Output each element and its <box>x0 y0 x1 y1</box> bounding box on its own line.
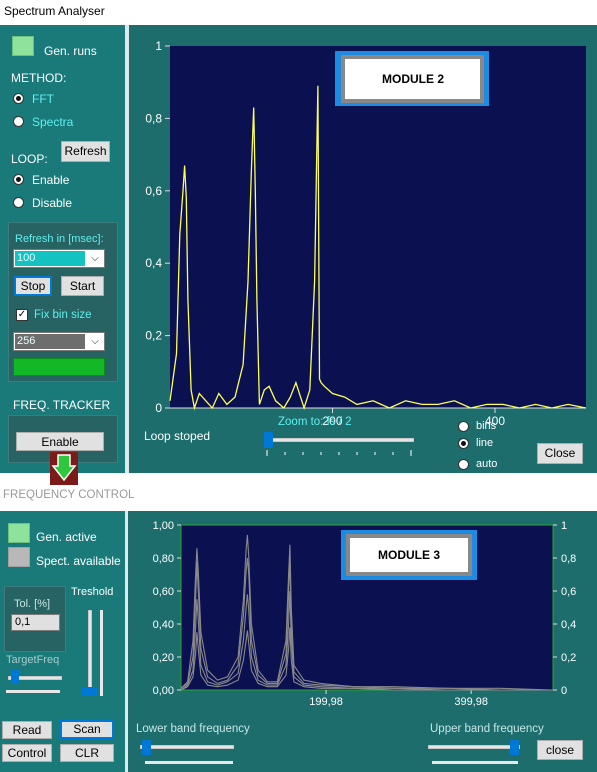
y-tick-label: 1,00 <box>153 520 174 532</box>
threshold-slider-track[interactable] <box>88 610 92 694</box>
lower-band-scale <box>145 761 233 764</box>
gen-active-indicator <box>8 523 30 543</box>
module-label: MODULE 2 <box>382 72 444 86</box>
y2-tick-label: 1 <box>561 520 567 532</box>
stop-button[interactable]: Stop <box>14 276 52 296</box>
tolerance-input[interactable]: 0,1 <box>11 614 60 631</box>
y-tick-label: 0,6 <box>145 184 162 198</box>
y-tick-label: 0,20 <box>153 652 174 664</box>
y-tick-label: 0,60 <box>153 586 174 598</box>
tol-label: Tol. [%] <box>14 598 51 610</box>
fix-bin-checkbox[interactable]: ✓ <box>16 309 28 321</box>
arrow-down-icon <box>50 452 78 485</box>
threshold-scale <box>100 610 103 696</box>
method-label: METHOD: <box>11 71 67 85</box>
x-axis-ticks: 199,98 399,98 <box>309 690 488 708</box>
y2-tick-label: 0,8 <box>561 553 576 565</box>
view-line-radio[interactable] <box>458 438 469 449</box>
refresh-interval-combo[interactable]: 100 ⌵ <box>13 249 105 268</box>
loop-enable-label: Enable <box>32 173 70 187</box>
top-close-button[interactable]: Close <box>537 443 583 464</box>
chevron-down-icon: ⌵ <box>91 336 99 347</box>
view-auto-label: auto <box>476 458 498 470</box>
y-tick-label: 0,2 <box>145 329 162 343</box>
x-tick-label: 399,98 <box>454 696 488 708</box>
y-tick-label: 0 <box>155 401 162 415</box>
x-tick-label: 199,98 <box>309 696 343 708</box>
y2-tick-label: 0 <box>561 685 567 697</box>
y-tick-label: 0,40 <box>153 619 174 631</box>
upper-band-scale <box>432 761 518 764</box>
upper-band-slider-track[interactable] <box>428 745 520 749</box>
spect-available-indicator <box>8 547 30 567</box>
view-bins-label: bins <box>476 420 497 432</box>
gen-active-label: Gen. active <box>36 530 97 544</box>
upper-band-slider-thumb[interactable] <box>510 740 519 755</box>
spectrum-chart: 00,20,40,60,81 200 400 MODULE 2 <box>145 39 587 428</box>
lower-band-label: Lower band frequency <box>136 723 250 735</box>
loop-label: LOOP: <box>11 152 48 166</box>
method-spectra-radio[interactable] <box>13 116 24 127</box>
method-spectra-label: Spectra <box>32 115 74 129</box>
frequency-control-label: FREQUENCY CONTROL <box>3 489 135 501</box>
status-text: Loop stoped <box>144 429 211 443</box>
scan-button[interactable]: Scan <box>60 720 114 739</box>
loop-enable-radio[interactable] <box>13 174 24 185</box>
zoom-slider-thumb[interactable] <box>264 432 273 448</box>
freq-tracker-label: FREQ. TRACKER <box>13 398 111 412</box>
view-bins-radio[interactable] <box>458 421 469 432</box>
clr-button[interactable]: CLR <box>60 744 114 762</box>
refresh-in-label: Refresh in [msec]: <box>15 233 104 245</box>
progress-bar <box>13 358 105 376</box>
target-freq-scale <box>6 690 60 693</box>
bin-size-value: 256 <box>15 334 85 349</box>
control-button[interactable]: Control <box>2 744 52 762</box>
y-tick-label: 0,00 <box>153 685 174 697</box>
y2-tick-label: 0,4 <box>561 619 576 631</box>
module-label: MODULE 3 <box>378 548 440 562</box>
loop-disable-label: Disable <box>32 196 73 210</box>
spect-available-label: Spect. available <box>36 554 121 568</box>
gen-runs-label: Gen. runs <box>44 44 97 58</box>
zoom-label: Zoom to: fs / 2 <box>278 416 352 428</box>
y2-axis-ticks: 0 0,2 0,4 0,6 0,8 1 <box>553 520 576 697</box>
method-fft-label: FFT <box>32 92 54 106</box>
read-button[interactable]: Read <box>2 721 52 739</box>
target-freq-label: TargetFreq <box>6 654 60 666</box>
frequency-chart: 0,000,200,400,600,801,00 00,20,40,60,81 … <box>153 520 577 708</box>
refresh-interval-value: 100 <box>15 251 85 266</box>
threshold-slider-thumb[interactable] <box>82 687 98 696</box>
y-tick-label: 0,80 <box>153 553 174 565</box>
refresh-button[interactable]: Refresh <box>61 141 110 162</box>
bottom-close-button[interactable]: close <box>537 740 583 760</box>
bin-size-combo[interactable]: 256 ⌵ <box>13 332 105 351</box>
target-freq-slider-thumb[interactable] <box>11 670 19 684</box>
method-fft-radio[interactable] <box>13 93 24 104</box>
tracker-enable-button[interactable]: Enable <box>16 432 104 451</box>
view-line-label: line <box>476 437 494 449</box>
fix-bin-label: Fix bin size <box>34 309 92 321</box>
window-title: Spectrum Analyser <box>4 4 105 18</box>
gen-runs-indicator <box>12 36 34 56</box>
upper-band-label: Upper band frequency <box>430 723 544 735</box>
y2-tick-label: 0,2 <box>561 652 576 664</box>
y-axis-ticks: 0 0,2 0,4 0,6 0,8 1 <box>145 39 170 415</box>
y2-tick-label: 0,6 <box>561 586 576 598</box>
zoom-slider-track[interactable] <box>264 438 414 442</box>
lower-band-slider-thumb[interactable] <box>142 740 151 755</box>
y-tick-label: 0,8 <box>145 111 162 125</box>
y-tick-label: 1 <box>155 39 162 53</box>
threshold-label: Treshold <box>71 586 114 598</box>
y-tick-label: 0,4 <box>145 256 162 270</box>
start-button[interactable]: Start <box>61 276 104 296</box>
zoom-slider-ticks <box>266 450 412 456</box>
lower-band-slider-track[interactable] <box>140 745 234 749</box>
chevron-down-icon: ⌵ <box>91 253 99 264</box>
loop-disable-radio[interactable] <box>13 197 24 208</box>
y-axis-ticks: 0,00 0,20 0,40 0,60 0,80 1,00 <box>153 520 181 697</box>
view-auto-radio[interactable] <box>458 459 469 470</box>
